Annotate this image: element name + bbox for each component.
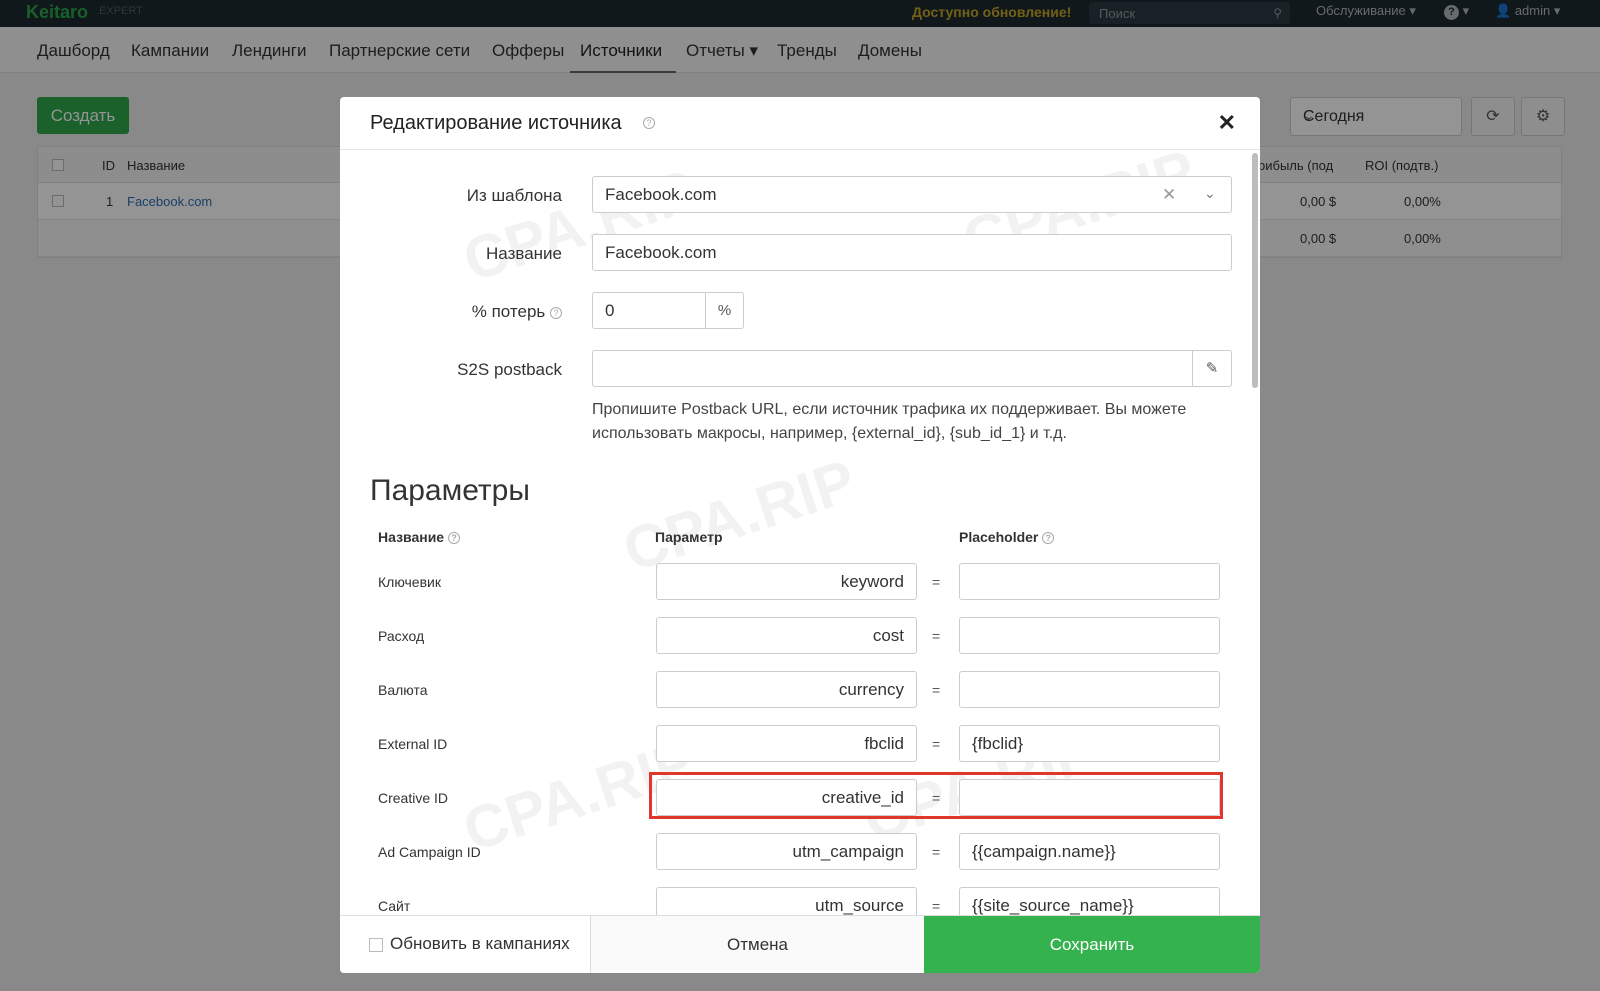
chevron-down-icon[interactable]: ⌄	[1204, 185, 1216, 202]
param-input[interactable]	[656, 671, 917, 708]
params-col-placeholder-text: Placeholder	[959, 529, 1039, 545]
placeholder-input[interactable]	[959, 725, 1220, 762]
edit-icon: ✎	[1205, 360, 1219, 377]
postback-input[interactable]	[592, 350, 1193, 387]
loss-percent-label-text: % потерь	[471, 302, 546, 321]
loss-percent-label: % потерь ?	[420, 302, 562, 322]
placeholder-input[interactable]	[959, 833, 1220, 870]
params-section-title: Параметры	[370, 474, 530, 507]
modal-footer: Обновить в кампаниях Отмена Сохранить	[340, 915, 1260, 973]
equals-sign: =	[932, 844, 941, 860]
param-input[interactable]	[656, 725, 917, 762]
percent-addon: %	[705, 292, 744, 329]
close-icon[interactable]: ✕	[1218, 110, 1236, 136]
params-col-placeholder: Placeholder ?	[959, 529, 1055, 545]
param-name: Сайт	[378, 898, 411, 914]
edit-postback-button[interactable]: ✎	[1192, 350, 1232, 387]
help-icon[interactable]: ?	[643, 117, 655, 129]
placeholder-input[interactable]	[959, 887, 1220, 915]
highlight-frame	[649, 772, 1223, 819]
params-col-name: Название ?	[378, 529, 460, 545]
placeholder-input[interactable]	[959, 671, 1220, 708]
help-icon[interactable]: ?	[447, 532, 460, 545]
param-input[interactable]	[656, 887, 917, 915]
param-name: Ad Campaign ID	[378, 844, 481, 860]
name-input[interactable]	[592, 234, 1232, 271]
param-name: Валюта	[378, 682, 428, 698]
equals-sign: =	[932, 682, 941, 698]
params-col-param: Параметр	[655, 529, 723, 545]
equals-sign: =	[932, 574, 941, 590]
equals-sign: =	[932, 898, 941, 914]
update-in-campaigns-option[interactable]: Обновить в кампаниях	[340, 916, 590, 973]
param-input[interactable]	[656, 617, 917, 654]
param-name: Ключевик	[378, 574, 441, 590]
template-select[interactable]	[592, 176, 1232, 213]
param-input[interactable]	[656, 563, 917, 600]
equals-sign: =	[932, 736, 941, 752]
modal-scrollbar[interactable]	[1252, 153, 1258, 388]
param-name: Creative ID	[378, 790, 449, 806]
param-name: External ID	[378, 736, 448, 752]
loss-percent-input[interactable]	[592, 292, 706, 329]
update-in-campaigns-label[interactable]: Обновить в кампаниях	[390, 934, 570, 954]
modal-header: Редактирование источника ? ✕	[340, 97, 1260, 150]
template-label: Из шаблона	[466, 186, 562, 205]
help-icon[interactable]: ?	[550, 306, 562, 319]
clear-icon[interactable]: ✕	[1162, 185, 1176, 205]
placeholder-input[interactable]	[959, 563, 1220, 600]
name-label: Название	[486, 244, 562, 263]
modal-body: CPA.RIP CPA.RIP CPA.RIP CPA.RIP CPA.RIP …	[340, 151, 1248, 915]
equals-sign: =	[932, 628, 941, 644]
params-col-name-text: Название	[378, 529, 445, 545]
save-button[interactable]: Сохранить	[924, 916, 1260, 973]
placeholder-input[interactable]	[959, 617, 1220, 654]
cancel-button[interactable]: Отмена	[590, 916, 924, 973]
param-name: Расход	[378, 628, 425, 644]
edit-source-modal: Редактирование источника ? ✕ CPA.RIP CPA…	[340, 97, 1260, 973]
param-input[interactable]	[656, 833, 917, 870]
postback-label: S2S postback	[457, 360, 562, 379]
update-in-campaigns-checkbox[interactable]	[369, 938, 383, 952]
help-icon[interactable]: ?	[1042, 532, 1055, 545]
modal-title: Редактирование источника	[370, 112, 622, 134]
postback-help-text: Пропишите Postback URL, если источник тр…	[592, 401, 1187, 442]
